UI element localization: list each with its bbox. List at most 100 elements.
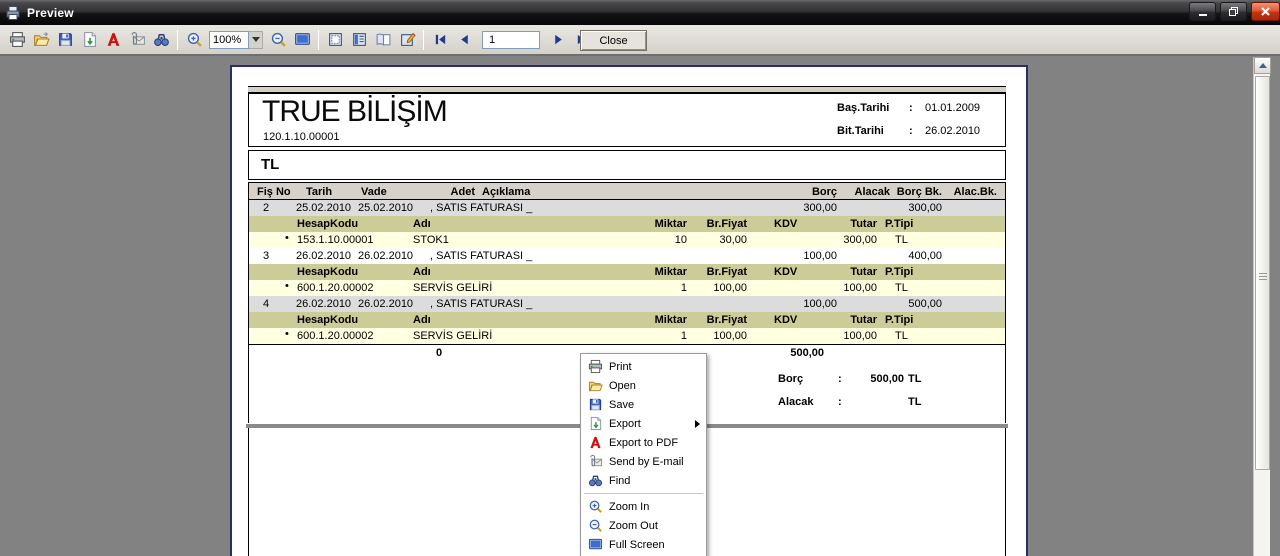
toolbar: Close: [0, 25, 1280, 56]
tutar: 300,00: [777, 234, 877, 246]
open-button[interactable]: [29, 28, 53, 52]
find-button[interactable]: [149, 28, 173, 52]
col-tarih: Tarih: [306, 186, 332, 198]
menu-item-send-by-email[interactable]: Send by E-mail: [581, 452, 706, 471]
menu-item-export-to-pdf[interactable]: Export to PDF: [581, 433, 706, 452]
subcol-adi: Adı: [413, 314, 431, 326]
export-pdf-button[interactable]: [101, 28, 125, 52]
summary-alacak-unit: TL: [908, 396, 921, 408]
menu-item-save[interactable]: Save: [581, 395, 706, 414]
send-email-button[interactable]: [125, 28, 149, 52]
menu-item-label: Send by E-mail: [609, 456, 684, 468]
first-page-button[interactable]: [428, 28, 452, 52]
titlebar: Preview: [0, 0, 1280, 25]
scrollbar-up-button[interactable]: [1254, 57, 1271, 74]
zoom-in-button[interactable]: [182, 28, 206, 52]
menu-item-find[interactable]: Find: [581, 471, 706, 490]
vade: 26.02.2010: [358, 250, 413, 262]
menu-item-label: Export: [609, 418, 641, 430]
pdf-icon: [586, 435, 604, 450]
tutar: 100,00: [777, 282, 877, 294]
end-date-label: Bit.Tarihi: [837, 125, 884, 137]
next-page-icon: [551, 32, 566, 47]
borc: 100,00: [737, 298, 837, 310]
table-subheader-row: HesapKodu Adı Miktar Br.Fiyat KDV Tutar …: [249, 312, 1005, 328]
zoom-dropdown-button[interactable]: [249, 31, 263, 49]
menu-item-export[interactable]: Export: [581, 414, 706, 433]
close-button[interactable]: Close: [580, 30, 647, 51]
aciklama: , SATIS FATURASI _: [430, 250, 532, 262]
previous-page-icon: [457, 32, 472, 47]
zoom-level-input[interactable]: [209, 31, 249, 49]
colon: :: [909, 102, 913, 114]
print-button[interactable]: [5, 28, 29, 52]
up-arrow-icon: [1259, 63, 1267, 68]
menu-item-label: Save: [609, 399, 634, 411]
menu-item-print[interactable]: Print: [581, 357, 706, 376]
full-screen-button[interactable]: [290, 28, 314, 52]
table-detail-row: • 600.1.20.00002 SERVİS GELİRİ 1 100,00 …: [249, 328, 1005, 344]
zoom-out-button[interactable]: [266, 28, 290, 52]
minimize-button[interactable]: [1189, 2, 1216, 21]
view-thumbnails-button[interactable]: [323, 28, 347, 52]
menu-item-zoom-in[interactable]: Zoom In: [581, 497, 706, 516]
col-adet: Adet: [409, 186, 475, 198]
restore-icon: [1228, 6, 1239, 17]
save-button[interactable]: [53, 28, 77, 52]
subcol-br-fiyat: Br.Fiyat: [647, 266, 747, 278]
table-header-row: Fiş No Tarih Vade Adet Açıklama Borç Ala…: [249, 182, 1005, 200]
preview-window: Preview: [0, 0, 1280, 556]
menu-item-full-screen[interactable]: Full Screen: [581, 535, 706, 554]
print-icon: [586, 359, 604, 374]
fis-no: 3: [255, 250, 277, 262]
fis-no: 4: [255, 298, 277, 310]
menu-item-zoom-out[interactable]: Zoom Out: [581, 516, 706, 535]
summary-borc-unit: TL: [908, 373, 921, 385]
zoom-in-icon: [186, 31, 203, 48]
page-pencil-icon: [399, 31, 416, 48]
restore-button[interactable]: [1220, 2, 1247, 21]
toolbar-separator: [318, 30, 319, 50]
view-edit-button[interactable]: [395, 28, 419, 52]
subcol-hesap-kodu: HesapKodu: [297, 314, 358, 326]
vade: 25.02.2010: [358, 202, 413, 214]
currency-section-header: TL: [248, 150, 1006, 180]
open-folder-icon: [586, 378, 604, 393]
br-fiyat: 30,00: [647, 234, 747, 246]
open-book-icon: [375, 31, 392, 48]
aciklama: , SATIS FATURASI _: [430, 202, 532, 214]
tarih: 26.02.2010: [296, 298, 351, 310]
find-icon: [586, 473, 604, 488]
borc: 300,00: [737, 202, 837, 214]
hesap-kodu: 600.1.20.00002: [297, 282, 373, 294]
find-icon: [153, 31, 170, 48]
export-icon: [81, 31, 98, 48]
bullet-icon: •: [285, 232, 289, 244]
export-button[interactable]: [77, 28, 101, 52]
scrollbar-thumb[interactable]: [1255, 76, 1270, 470]
table-detail-row: • 600.1.20.00002 SERVİS GELİRİ 1 100,00 …: [249, 280, 1005, 296]
view-book-button[interactable]: [371, 28, 395, 52]
col-aciklama: Açıklama: [482, 186, 530, 198]
menu-item-open[interactable]: Open: [581, 376, 706, 395]
zoom-level-combo: [209, 31, 263, 49]
previous-page-button[interactable]: [452, 28, 476, 52]
start-date-value: 01.01.2009: [925, 102, 980, 114]
context-menu: Print Open Save Export Export to PDF Sen…: [580, 353, 707, 556]
subcol-br-fiyat: Br.Fiyat: [647, 314, 747, 326]
adi: SERVİS GELİRİ: [413, 330, 492, 342]
view-outline-button[interactable]: [347, 28, 371, 52]
toolbar-separator: [177, 30, 178, 50]
subcol-adi: Adı: [413, 218, 431, 230]
next-page-button[interactable]: [546, 28, 570, 52]
page-number-input[interactable]: [482, 31, 540, 49]
save-icon: [586, 397, 604, 412]
tutar: 100,00: [777, 330, 877, 342]
table-detail-row: • 153.1.10.00001 STOK1 10 30,00 300,00 T…: [249, 232, 1005, 248]
subcol-tutar: Tutar: [777, 266, 877, 278]
close-window-button[interactable]: [1251, 2, 1280, 21]
borc-bk: 400,00: [842, 250, 942, 262]
subcol-tutar: Tutar: [777, 314, 877, 326]
currency-section-title: TL: [261, 156, 279, 173]
vertical-scrollbar[interactable]: [1253, 57, 1270, 556]
